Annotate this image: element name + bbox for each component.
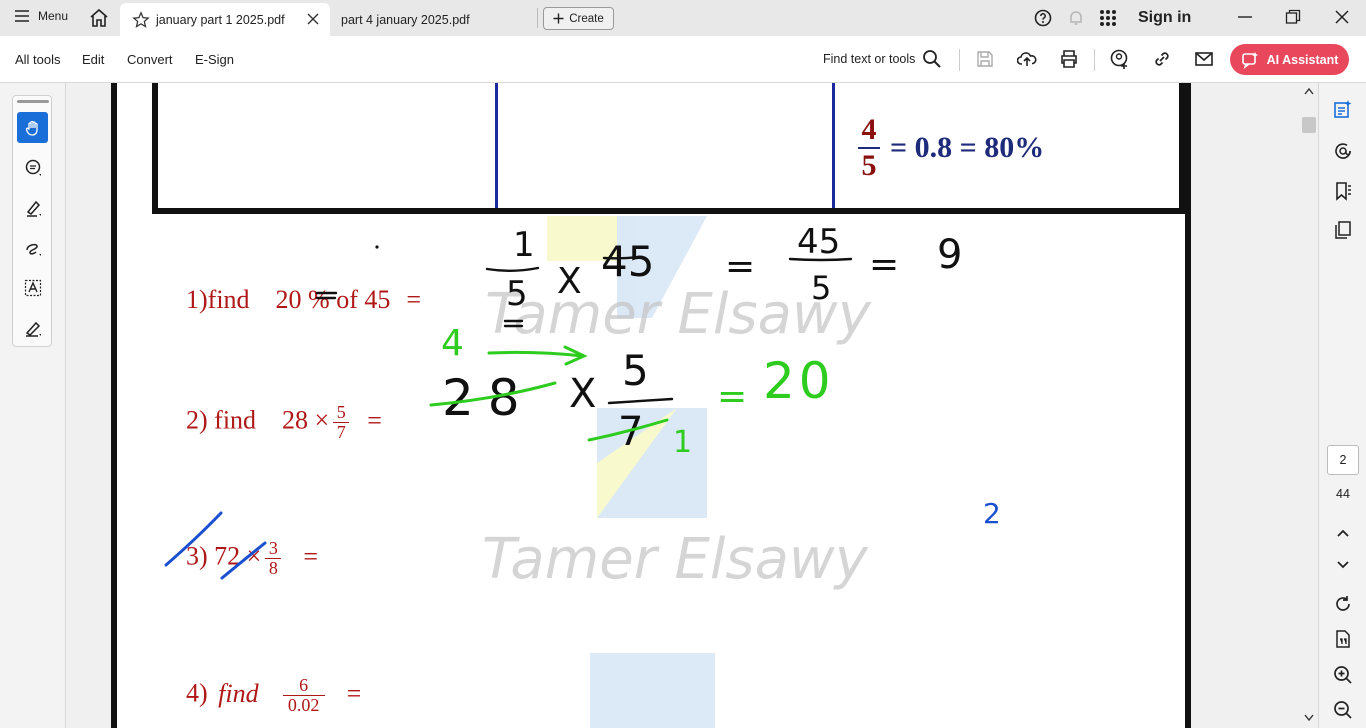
- ai-assistant-button[interactable]: AI Assistant: [1230, 44, 1349, 75]
- bookmarks-icon[interactable]: [1333, 181, 1353, 201]
- scroll-thumb[interactable]: [1302, 117, 1316, 133]
- share-user-icon[interactable]: [1110, 49, 1130, 69]
- minimize-icon[interactable]: [1236, 8, 1254, 26]
- plus-icon: [553, 13, 564, 24]
- table-block: 4 5 = 0.8 = 80%: [152, 83, 1185, 214]
- text-box-icon: [24, 279, 41, 296]
- divider: [537, 8, 538, 28]
- pen-sign-icon: [25, 321, 41, 337]
- next-page-icon[interactable]: [1333, 555, 1353, 575]
- table-column-line: [832, 83, 835, 208]
- left-tool-panel: [0, 83, 92, 728]
- fraction-equation: 4 5 = 0.8 = 80%: [858, 115, 1044, 181]
- menu-label: Menu: [38, 9, 69, 23]
- bell-icon[interactable]: [1067, 9, 1085, 27]
- pages-icon[interactable]: [1333, 220, 1353, 240]
- zoom-in-icon[interactable]: [1333, 665, 1353, 685]
- title-bar: Menu january part 1 2025.pdf part 4 janu…: [0, 0, 1366, 36]
- link-icon[interactable]: [1152, 49, 1172, 69]
- right-side-panel: 2 44: [1318, 83, 1366, 728]
- close-tab-icon[interactable]: [306, 12, 320, 26]
- divider: [1094, 49, 1095, 71]
- restore-icon[interactable]: [1284, 8, 1302, 26]
- ai-sparkle-icon: [1241, 51, 1258, 69]
- document-viewer[interactable]: Tamer Elsawy Tamer Elsawy 4 5 = 0.8 = 80…: [66, 83, 1235, 728]
- menu-convert[interactable]: Convert: [127, 52, 173, 67]
- sign-in-button[interactable]: Sign in: [1138, 9, 1191, 27]
- pdf-page: Tamer Elsawy Tamer Elsawy 4 5 = 0.8 = 80…: [111, 83, 1191, 728]
- create-button[interactable]: Create: [543, 7, 614, 30]
- search-icon[interactable]: [922, 49, 942, 69]
- drag-handle[interactable]: [17, 100, 49, 103]
- hamburger-icon: [15, 10, 29, 22]
- menu-e-sign[interactable]: E-Sign: [195, 52, 234, 67]
- scroll-up-icon[interactable]: [1304, 87, 1314, 95]
- home-icon[interactable]: [88, 8, 110, 28]
- create-label: Create: [569, 12, 604, 25]
- mail-icon[interactable]: [1194, 49, 1214, 69]
- print-icon[interactable]: [1059, 49, 1079, 69]
- edit-pdf-icon[interactable]: [1333, 99, 1353, 119]
- scroll-down-icon[interactable]: [1304, 714, 1314, 722]
- cloud-upload-icon[interactable]: [1017, 49, 1037, 69]
- page-fit-icon[interactable]: [1333, 629, 1353, 649]
- help-icon[interactable]: [1034, 9, 1052, 27]
- menu-button[interactable]: Menu: [14, 9, 68, 23]
- hand-tool[interactable]: [17, 112, 48, 143]
- star-icon[interactable]: [132, 10, 150, 29]
- hand-icon: [25, 120, 38, 136]
- quick-tools-box: [12, 95, 52, 347]
- problem-3: 3) 72 × 3 8 =: [186, 538, 318, 579]
- watermark-text-2: Tamer Elsawy: [482, 527, 869, 592]
- vertical-scrollbar[interactable]: [1301, 83, 1317, 728]
- highlight-tool[interactable]: [17, 192, 48, 223]
- comment-tool[interactable]: [17, 152, 48, 183]
- watermark-text-1: Tamer Elsawy: [485, 282, 872, 347]
- tab-label: january part 1 2025.pdf: [156, 12, 285, 27]
- divider: [959, 49, 960, 71]
- fraction-result: = 0.8 = 80%: [890, 131, 1045, 164]
- problem-2: 2) find 28 × 5 7 =: [186, 402, 382, 443]
- find-text-or-tools[interactable]: Find text or tools: [823, 52, 915, 66]
- problem-1: 1)find 20 % of 45 =: [186, 285, 422, 314]
- save-icon[interactable]: [975, 49, 995, 69]
- tab-label: part 4 january 2025.pdf: [341, 12, 470, 27]
- ai-assistant-label: AI Assistant: [1266, 52, 1339, 67]
- comment-icon: [25, 159, 41, 176]
- previous-page-icon[interactable]: [1333, 523, 1353, 543]
- draw-tool[interactable]: [17, 232, 48, 263]
- problem-4: 4) find 6 0.02 =: [186, 675, 362, 716]
- sign-tool[interactable]: [17, 312, 48, 343]
- apps-grid-icon[interactable]: [1099, 9, 1117, 27]
- fraction: 4 5: [858, 115, 880, 181]
- close-window-icon[interactable]: [1333, 8, 1351, 26]
- zoom-out-icon[interactable]: [1333, 700, 1353, 720]
- comments-panel-icon[interactable]: [1333, 141, 1353, 161]
- main-toolbar: All tools Edit Convert E-Sign Find text …: [0, 36, 1366, 83]
- tab-part-4-january[interactable]: part 4 january 2025.pdf: [330, 3, 530, 36]
- tab-january-part-1[interactable]: january part 1 2025.pdf: [120, 3, 330, 36]
- rotate-icon[interactable]: [1333, 594, 1353, 614]
- current-page-input[interactable]: 2: [1327, 445, 1359, 475]
- menu-all-tools[interactable]: All tools: [15, 52, 61, 67]
- table-column-line: [495, 83, 498, 208]
- menu-edit[interactable]: Edit: [82, 52, 104, 67]
- text-tool[interactable]: [17, 272, 48, 303]
- highlighter-icon: [26, 200, 41, 217]
- total-pages: 44: [1336, 487, 1350, 501]
- freehand-icon: [25, 243, 41, 256]
